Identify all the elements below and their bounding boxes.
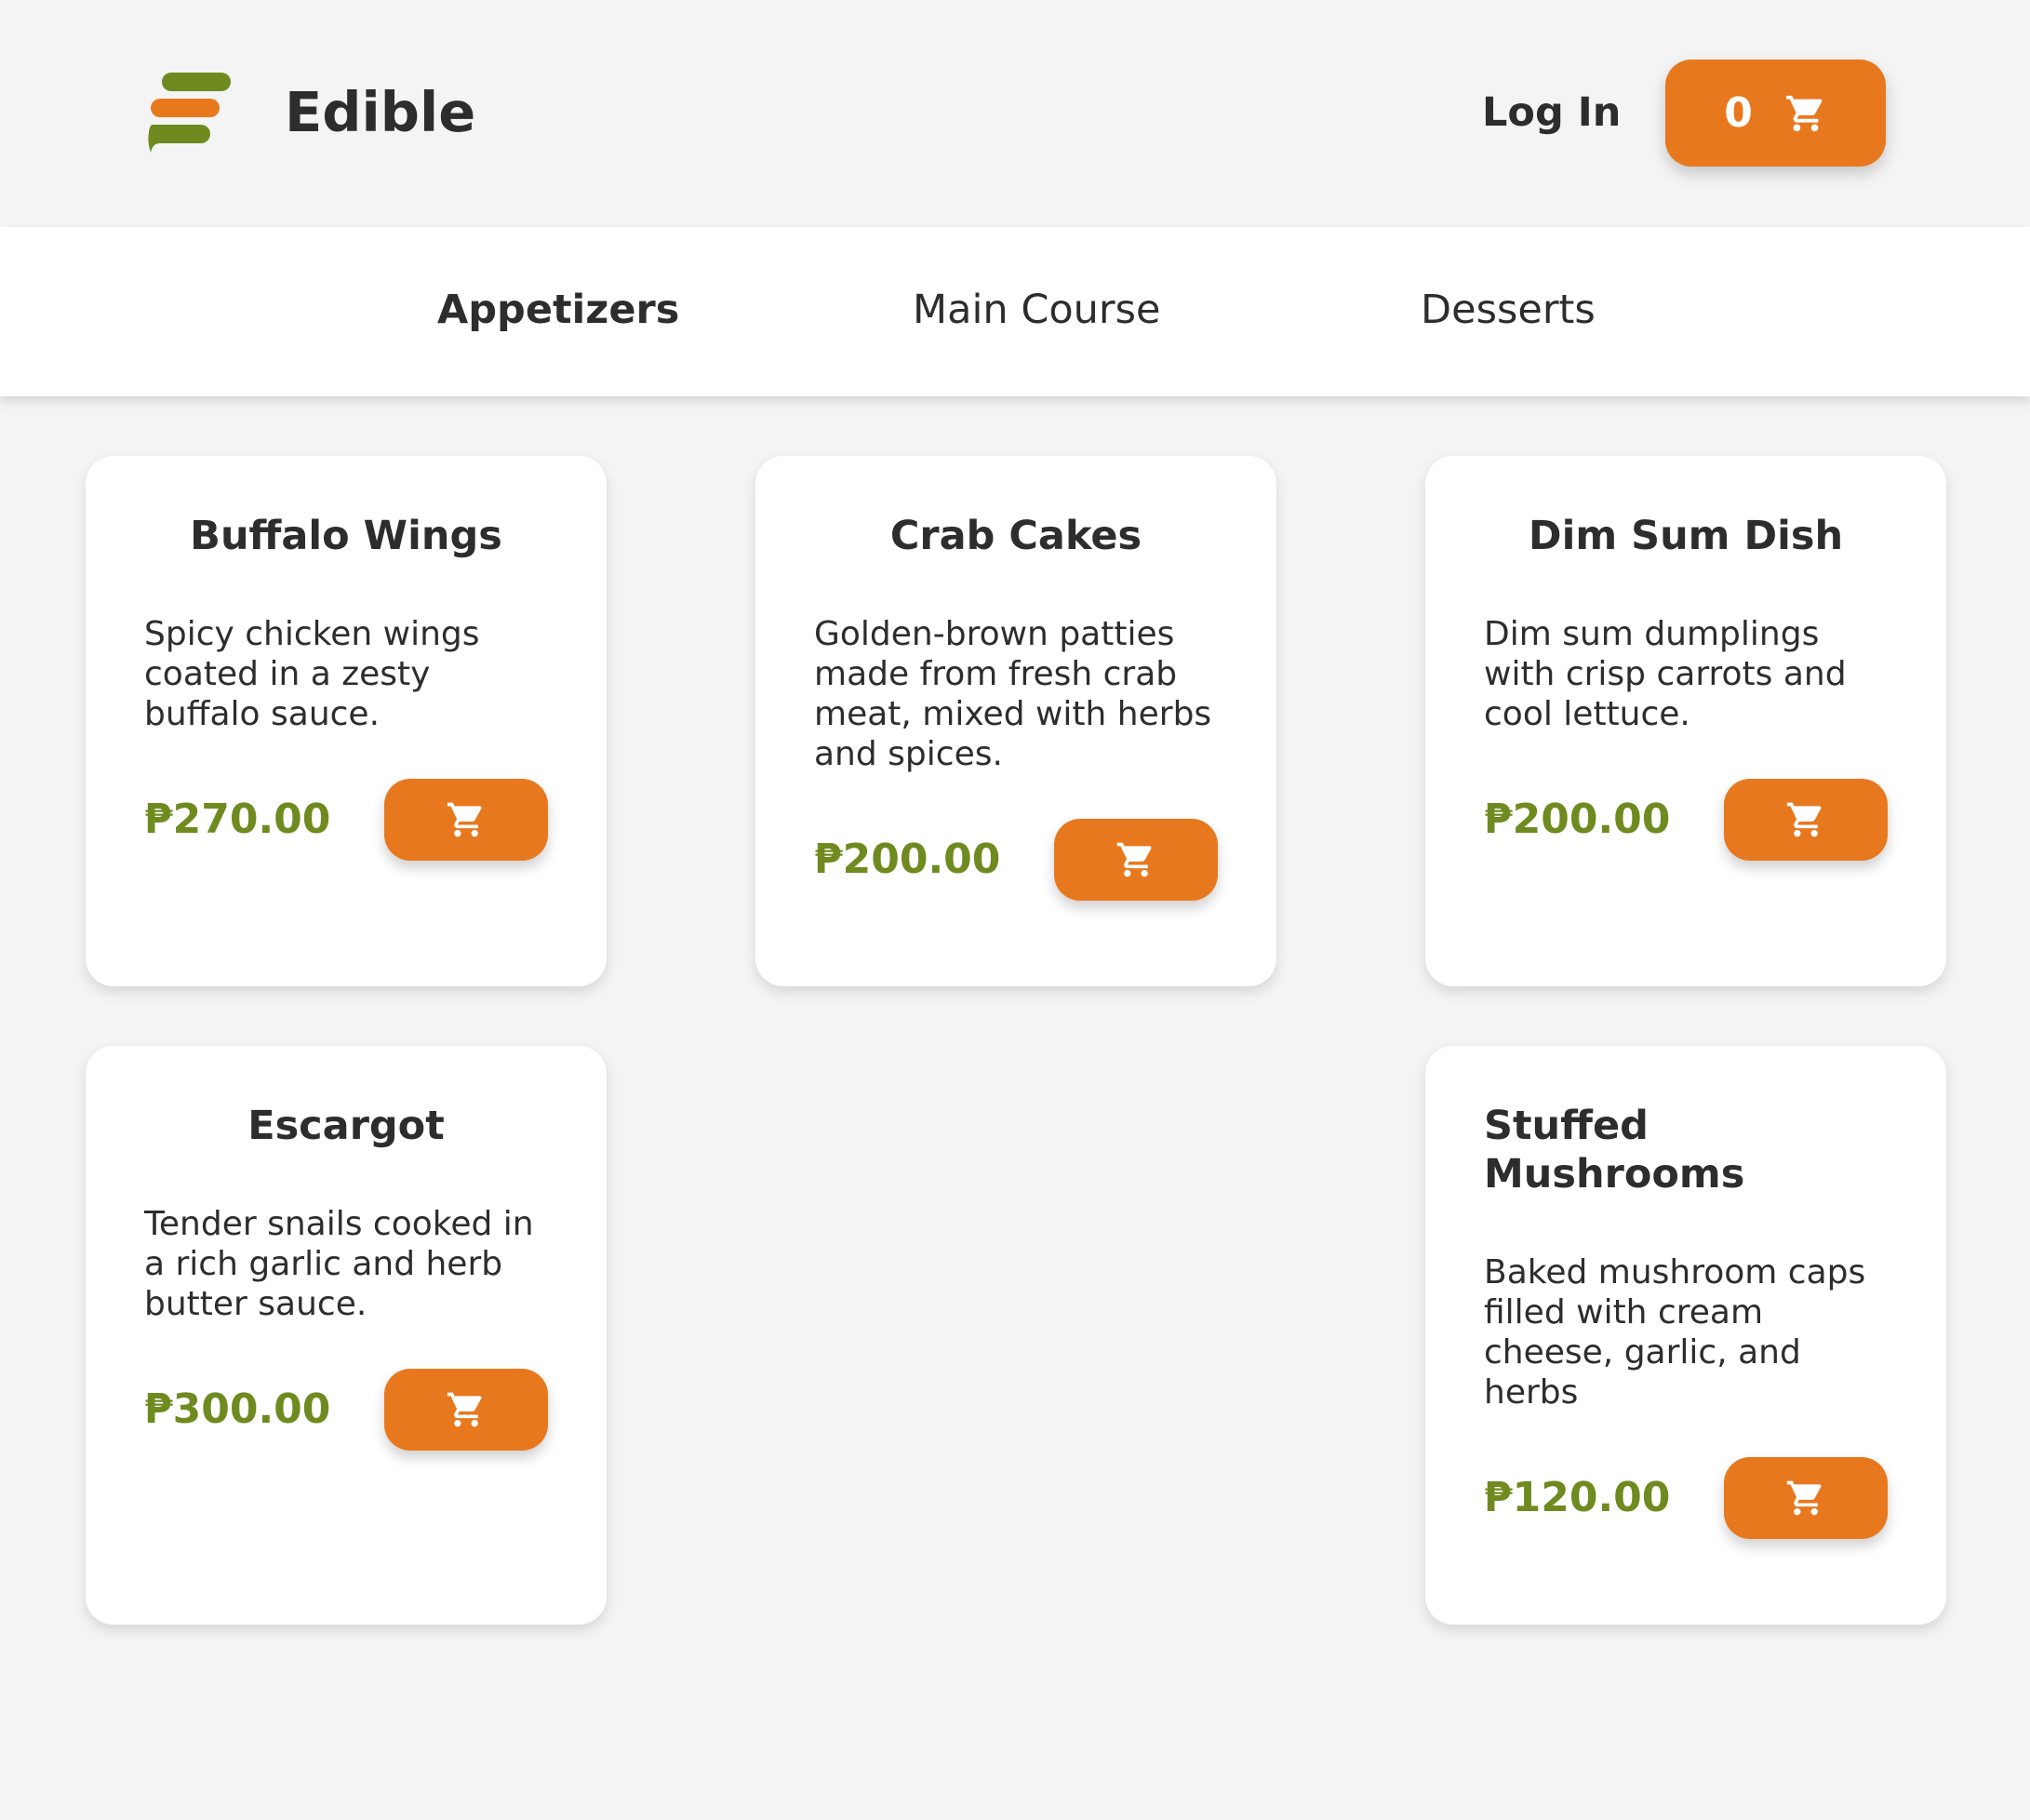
product-footer: ₱200.00 <box>814 819 1218 901</box>
cart-button[interactable]: 0 <box>1665 60 1886 167</box>
product-card: Stuffed Mushrooms Baked mushroom caps fi… <box>1425 1046 1946 1625</box>
site-header: Edible Log In 0 <box>0 0 2030 227</box>
add-to-cart-button[interactable] <box>1724 1457 1888 1539</box>
tab-appetizers[interactable]: Appetizers <box>437 283 679 337</box>
add-to-cart-button[interactable] <box>384 1369 548 1451</box>
product-price: ₱300.00 <box>144 1385 331 1433</box>
product-card: Escargot Tender snails cooked in a rich … <box>86 1046 607 1625</box>
product-price: ₱200.00 <box>1484 796 1671 843</box>
product-card: Dim Sum Dish Dim sum dumplings with cris… <box>1425 456 1946 986</box>
product-description: Baked mushroom caps filled with cream ch… <box>1484 1253 1866 1412</box>
tab-main-course[interactable]: Main Course <box>913 283 1160 337</box>
brand-name[interactable]: Edible <box>285 78 475 147</box>
cart-icon <box>447 802 482 837</box>
product-name: Escargot <box>247 1103 445 1149</box>
add-to-cart-button[interactable] <box>1724 779 1888 861</box>
cart-icon <box>1116 842 1152 877</box>
product-price: ₱270.00 <box>144 796 331 843</box>
product-name: Crab Cakes <box>889 513 1142 559</box>
product-price: ₱120.00 <box>1484 1474 1671 1521</box>
cart-icon <box>447 1392 482 1427</box>
product-footer: ₱200.00 <box>1484 779 1888 861</box>
cart-icon <box>1786 802 1822 837</box>
product-name: Stuffed Mushrooms <box>1484 1103 1745 1198</box>
product-card: Crab Cakes Golden-brown patties made fro… <box>755 456 1276 986</box>
login-link[interactable]: Log In <box>1482 86 1621 140</box>
product-name: Buffalo Wings <box>190 513 502 559</box>
product-description: Dim sum dumplings with crisp carrots and… <box>1484 615 1847 733</box>
add-to-cart-button[interactable] <box>384 779 548 861</box>
product-description: Tender snails cooked in a rich garlic an… <box>144 1205 534 1323</box>
product-footer: ₱300.00 <box>144 1369 548 1451</box>
product-footer: ₱120.00 <box>1484 1457 1888 1539</box>
edible-logo-icon[interactable] <box>143 67 231 160</box>
product-price: ₱200.00 <box>814 836 1001 883</box>
tab-desserts[interactable]: Desserts <box>1421 283 1596 337</box>
product-description: Golden-brown patties made from fresh cra… <box>814 615 1212 773</box>
product-name: Dim Sum Dish <box>1528 513 1844 559</box>
cart-icon <box>1785 95 1823 131</box>
product-description: Spicy chicken wings coated in a zesty bu… <box>144 615 480 733</box>
cart-count: 0 <box>1724 88 1753 137</box>
product-card: Buffalo Wings Spicy chicken wings coated… <box>86 456 607 986</box>
add-to-cart-button[interactable] <box>1054 819 1218 901</box>
cart-icon <box>1786 1480 1822 1516</box>
product-footer: ₱270.00 <box>144 779 548 861</box>
category-nav: Appetizers Main Course Desserts <box>0 227 2030 396</box>
